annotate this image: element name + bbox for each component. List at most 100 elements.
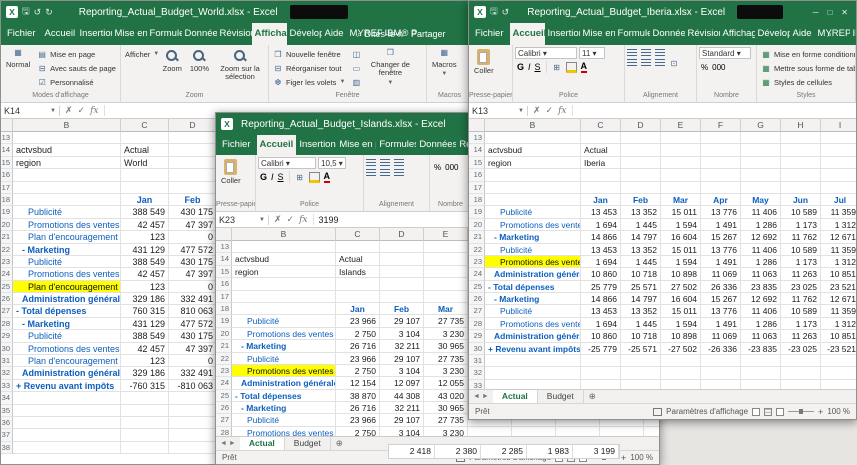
row-number[interactable]: 31 <box>1 355 13 368</box>
row-number[interactable]: 35 <box>1 404 13 417</box>
cell[interactable]: 1 694 <box>581 317 621 331</box>
cell[interactable]: - Marketing <box>13 243 121 256</box>
cell[interactable]: 1 312 <box>821 256 856 269</box>
cell[interactable]: - Marketing <box>485 231 581 244</box>
row-number[interactable]: 20 <box>469 218 485 232</box>
cell[interactable] <box>121 169 169 182</box>
row-number[interactable]: 20 <box>1 218 13 232</box>
conditional-formatting-button[interactable]: ▦Mise en forme conditionnelle <box>759 47 855 61</box>
cell[interactable]: 13 352 <box>621 243 661 256</box>
cell[interactable]: 1 286 <box>741 218 781 232</box>
cell[interactable] <box>169 429 217 442</box>
cell[interactable]: World <box>121 156 169 170</box>
cell[interactable]: 42 457 <box>121 268 169 281</box>
display-settings-label[interactable]: Paramètres d'affichage <box>666 407 748 416</box>
cell[interactable]: 12 692 <box>741 293 781 306</box>
row-number[interactable]: 29 <box>1 330 13 343</box>
cell[interactable] <box>661 132 701 145</box>
cell[interactable] <box>169 404 217 417</box>
fx-icon[interactable]: fx <box>299 215 307 225</box>
row-number[interactable]: 26 <box>469 293 485 306</box>
cell[interactable]: 1 594 <box>661 218 701 232</box>
cell[interactable]: Publicité <box>485 206 581 219</box>
row-number[interactable]: 34 <box>1 392 13 405</box>
cell[interactable] <box>581 355 621 368</box>
row-number[interactable]: 15 <box>1 156 13 170</box>
cell[interactable] <box>621 367 661 380</box>
cell[interactable]: Feb <box>380 302 424 316</box>
cell[interactable]: 11 069 <box>701 330 741 343</box>
cell[interactable] <box>232 302 336 316</box>
cell[interactable] <box>701 169 741 182</box>
cell[interactable]: 329 186 <box>121 367 169 380</box>
ribbon-tab-affichage[interactable]: Affichage <box>251 23 287 45</box>
cell[interactable]: Jul <box>821 194 856 207</box>
row-number[interactable]: 16 <box>1 169 13 182</box>
cell[interactable] <box>232 290 336 303</box>
zoom-button[interactable]: Zoom <box>160 47 185 75</box>
cell[interactable]: 13 776 <box>701 206 741 219</box>
close-icon[interactable]: ✕ <box>841 8 848 17</box>
cell[interactable] <box>13 441 121 455</box>
cell[interactable]: - Marketing <box>232 340 336 353</box>
cell[interactable] <box>701 132 741 145</box>
align-top-icon[interactable] <box>366 159 376 167</box>
cell[interactable]: 11 406 <box>741 305 781 318</box>
select-all-corner[interactable] <box>1 119 13 132</box>
cell[interactable] <box>13 416 121 430</box>
cell[interactable]: Publicité <box>485 305 581 318</box>
row-number[interactable]: 25 <box>216 389 232 403</box>
cell[interactable]: Jan <box>336 302 380 316</box>
cell[interactable] <box>581 169 621 182</box>
cell[interactable]: 42 457 <box>121 218 169 232</box>
cell[interactable]: 47 397 <box>169 342 217 356</box>
row-number[interactable]: 23 <box>1 255 13 269</box>
cell[interactable]: 11 263 <box>781 330 821 343</box>
row-number[interactable]: 32 <box>1 367 13 380</box>
page-break-view-icon[interactable] <box>776 407 785 416</box>
cell[interactable]: 1 694 <box>581 218 621 232</box>
cell[interactable]: Publicité <box>13 206 121 219</box>
cell[interactable]: 27 735 <box>424 414 468 427</box>
cell[interactable] <box>741 156 781 170</box>
cell[interactable] <box>781 156 821 170</box>
cell[interactable]: 1 173 <box>781 218 821 232</box>
row-number[interactable]: 29 <box>469 330 485 343</box>
cell[interactable]: 14 797 <box>621 231 661 244</box>
cell[interactable]: Administration générale <box>232 377 336 390</box>
row-number[interactable]: 14 <box>1 144 13 157</box>
cell[interactable] <box>821 182 856 194</box>
cell[interactable]: Publicité <box>232 315 336 328</box>
cell[interactable]: 27 502 <box>661 280 701 294</box>
cell[interactable]: Publicité <box>13 255 121 269</box>
cell[interactable] <box>621 169 661 182</box>
cancel-icon[interactable]: ✗ <box>274 214 282 225</box>
cell[interactable] <box>121 181 169 194</box>
ribbon-tab-fichier[interactable]: Fichier <box>1 23 42 45</box>
cell[interactable]: 10 860 <box>581 268 621 281</box>
cell[interactable] <box>424 253 468 266</box>
cell[interactable]: Publicité <box>232 414 336 427</box>
ribbon-tab-affichage[interactable]: Affichage <box>720 23 755 45</box>
cell[interactable]: -26 336 <box>701 342 741 356</box>
arrange-all-button[interactable]: ⊟ Réorganiser tout <box>271 61 347 75</box>
cell[interactable]: 388 549 <box>121 330 169 343</box>
cell[interactable] <box>581 132 621 145</box>
cell[interactable] <box>380 253 424 266</box>
normal-view-button[interactable]: ▦ Normal <box>3 47 33 71</box>
cell[interactable]: 477 572 <box>169 317 217 331</box>
cell[interactable]: Promotions des ventes <box>232 364 336 378</box>
cell[interactable] <box>701 367 741 380</box>
ribbon-tab-donn-es[interactable]: Données <box>416 135 456 155</box>
cell[interactable] <box>781 169 821 182</box>
cell[interactable] <box>741 181 781 194</box>
cell[interactable]: 23 966 <box>336 414 380 427</box>
normal-view-icon[interactable] <box>752 407 761 416</box>
cell[interactable] <box>169 144 217 157</box>
bold-button[interactable]: G <box>517 62 524 72</box>
cell[interactable]: Plan d'encouragement à la <box>13 355 121 368</box>
cell[interactable] <box>661 379 701 389</box>
cell[interactable]: 1 491 <box>701 255 741 269</box>
align-middle-icon[interactable] <box>380 159 390 167</box>
row-number[interactable]: 25 <box>469 280 485 294</box>
